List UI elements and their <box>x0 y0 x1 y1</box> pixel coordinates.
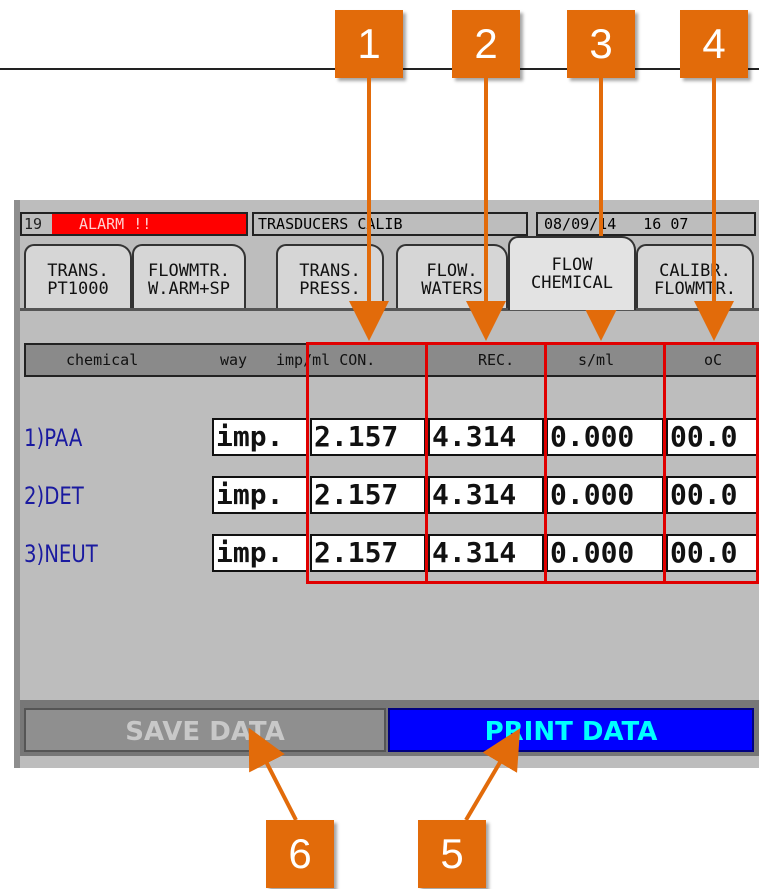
tab-label-line1: FLOW. <box>426 261 478 281</box>
screen-title: TRASDUCERS CALIB <box>252 212 528 236</box>
tab-label-line1: FLOWMTR. <box>148 261 230 281</box>
way-field-neut[interactable]: imp. <box>212 534 308 572</box>
tab-label-line2: CHEMICAL <box>531 273 613 293</box>
row-label-det: 2)DET <box>24 482 84 510</box>
row-label-paa: 1)PAA <box>24 424 83 452</box>
time-value: 16 07 <box>643 215 689 233</box>
tab-label-line1: FLOW <box>551 255 593 275</box>
tab-flowmtr-warm[interactable]: FLOWMTR. W.ARM+SP <box>132 244 246 308</box>
datetime: 08/09/14 16 07 <box>536 212 756 236</box>
save-data-button[interactable]: SAVE DATA <box>24 708 386 752</box>
highlight-rec-column <box>425 342 547 584</box>
way-field-paa[interactable]: imp. <box>212 418 308 456</box>
tab-label-line2: W.ARM+SP <box>148 279 230 299</box>
tab-trans-pt1000[interactable]: TRANS. PT1000 <box>24 244 132 308</box>
tab-label-line1: CALIBR. <box>659 261 731 281</box>
alarm-code: 19 <box>22 214 52 234</box>
date-value: 08/09/14 <box>544 215 617 233</box>
status-bar: 19 ALARM !! TRASDUCERS CALIB 08/09/14 16… <box>20 206 759 240</box>
alarm-text: ALARM !! <box>79 215 152 233</box>
header-way: way <box>220 351 248 369</box>
tab-label-line2: PRESS. <box>299 279 361 299</box>
tab-flow-waters[interactable]: FLOW. WATERS <box>396 244 508 308</box>
row-label-neut: 3)NEUT <box>24 540 98 568</box>
callout-3: 3 <box>567 10 635 78</box>
tab-label-line1: TRANS. <box>299 261 361 281</box>
print-data-button[interactable]: PRINT DATA <box>388 708 754 752</box>
tab-flow-chemical[interactable]: FLOW CHEMICAL <box>508 236 636 310</box>
highlight-con-column <box>306 342 428 584</box>
header-chemical: chemical <box>66 351 139 369</box>
tab-label-line2: WATERS <box>421 279 483 299</box>
callout-6: 6 <box>266 820 334 888</box>
callout-2: 2 <box>452 10 520 78</box>
panel-divider <box>20 308 759 311</box>
callout-4: 4 <box>680 10 748 78</box>
highlight-oc-column <box>663 342 759 584</box>
tab-label-line1: TRANS. <box>47 261 109 281</box>
hmi-screen: 19 ALARM !! TRASDUCERS CALIB 08/09/14 16… <box>14 200 759 768</box>
screen-edge <box>14 200 20 768</box>
tab-trans-press[interactable]: TRANS. PRESS. <box>276 244 384 308</box>
callout-5: 5 <box>418 820 486 888</box>
tab-label-line2: PT1000 <box>47 279 109 299</box>
tab-calibr-flowmtr[interactable]: CALIBR. FLOWMTR. <box>636 244 754 308</box>
tab-label-line2: FLOWMTR. <box>654 279 736 299</box>
callout-1: 1 <box>335 10 403 78</box>
way-field-det[interactable]: imp. <box>212 476 308 514</box>
alarm-indicator[interactable]: 19 ALARM !! <box>20 212 248 236</box>
highlight-sml-column <box>544 342 666 584</box>
